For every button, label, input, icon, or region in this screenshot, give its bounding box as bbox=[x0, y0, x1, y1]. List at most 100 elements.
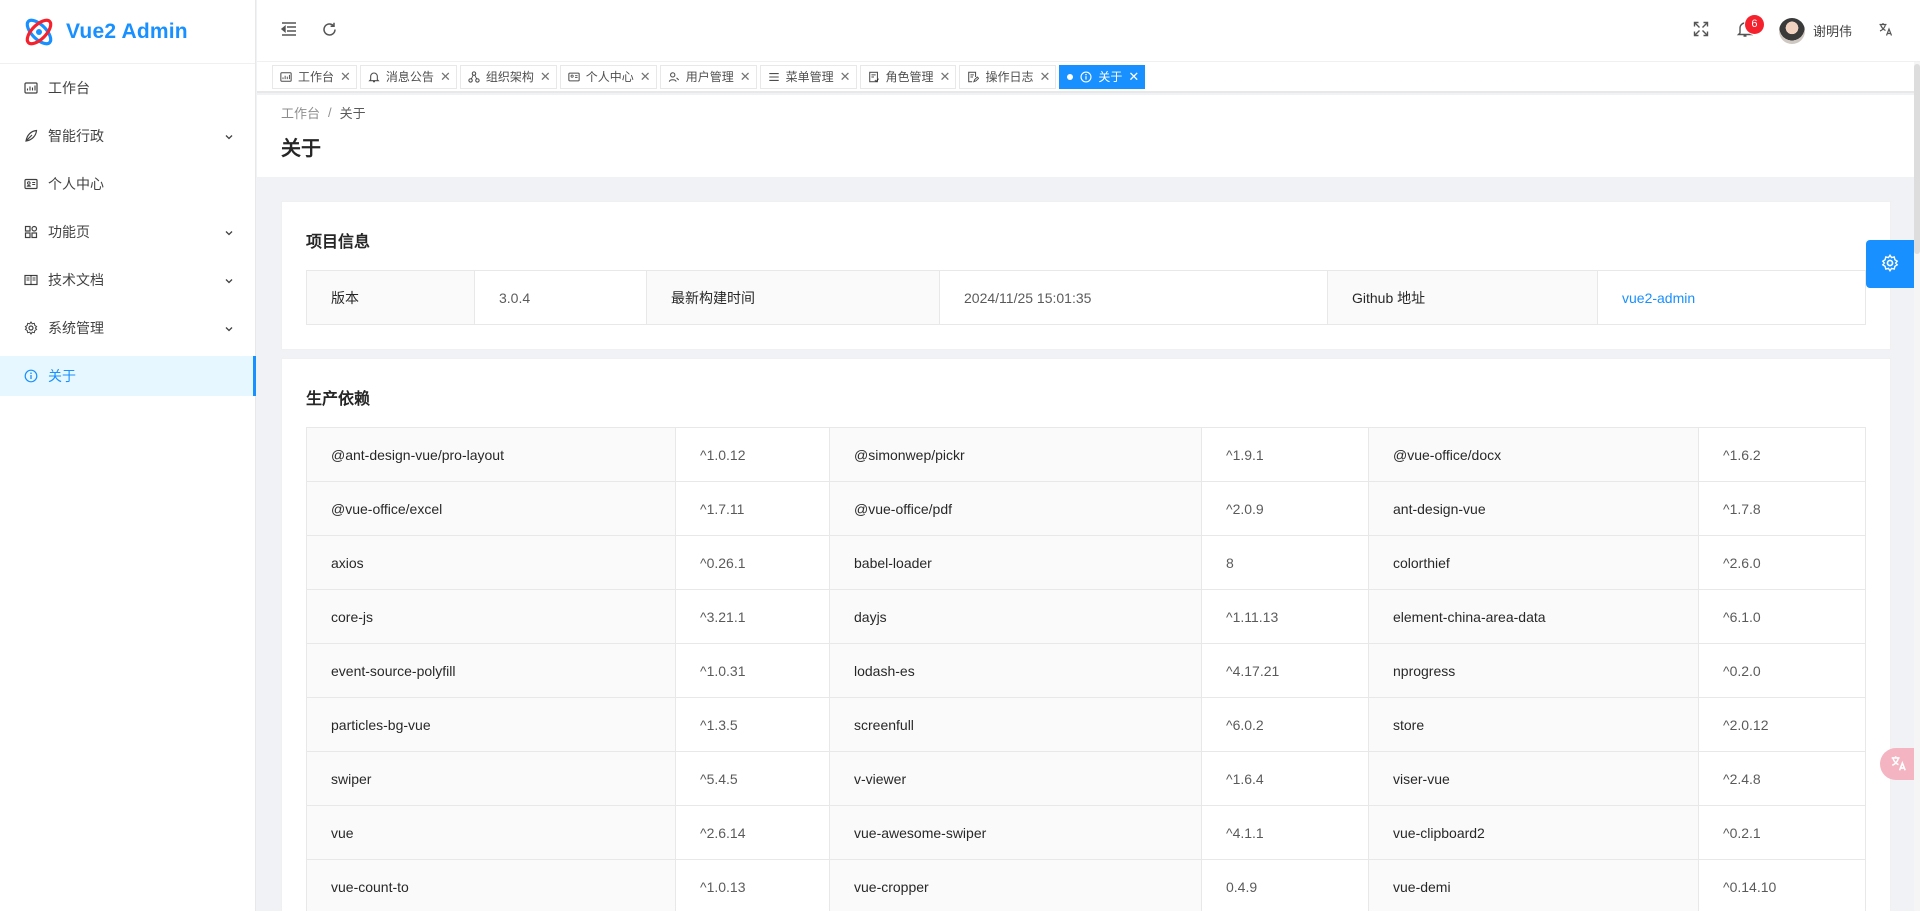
page-header: 工作台 / 关于 关于 bbox=[257, 95, 1920, 177]
tab-about[interactable]: 关于 ✕ bbox=[1059, 64, 1146, 89]
sidebar-item-smart-admin[interactable]: 智能行政 bbox=[0, 116, 255, 156]
language-button[interactable] bbox=[1866, 11, 1906, 51]
refresh-button[interactable] bbox=[309, 11, 349, 51]
sidebar-item-tech-docs[interactable]: 技术文档 bbox=[0, 260, 255, 300]
package-version: ^1.0.13 bbox=[675, 859, 830, 911]
version-value: 3.0.4 bbox=[474, 270, 647, 325]
tab-dashboard[interactable]: 工作台 ✕ bbox=[272, 64, 357, 89]
chevron-down-icon bbox=[223, 322, 235, 334]
side-menu: 工作台 智能行政 个人中心 功能页 技术文档 系统管理 关于 bbox=[0, 68, 256, 396]
tab-users[interactable]: 用户管理 ✕ bbox=[659, 64, 757, 89]
info-circle-icon bbox=[1080, 70, 1092, 83]
sidebar: Vue2 Admin 工作台 智能行政 个人中心 功能页 技术文档 系统管理 关… bbox=[0, 0, 256, 911]
package-name: babel-loader bbox=[829, 535, 1202, 590]
logo[interactable]: Vue2 Admin bbox=[0, 0, 255, 64]
active-dot bbox=[1067, 73, 1074, 80]
sidebar-item-label: 智能行政 bbox=[48, 128, 104, 144]
close-icon[interactable]: ✕ bbox=[740, 70, 751, 83]
package-version: ^2.4.8 bbox=[1698, 751, 1866, 806]
scrollbar-thumb[interactable] bbox=[1914, 64, 1920, 254]
package-name: axios bbox=[306, 535, 676, 590]
gear-icon bbox=[1881, 253, 1899, 275]
table-row: swiper ^5.4.5 v-viewer ^1.6.4 viser-vue ^2.4.… bbox=[306, 751, 1866, 806]
package-version: ^0.26.1 bbox=[675, 535, 830, 590]
table-row: event-source-polyfill ^1.0.31 lodash-es ^4.… bbox=[306, 643, 1866, 698]
github-cell: vue2-admin bbox=[1597, 270, 1866, 325]
close-icon[interactable]: ✕ bbox=[540, 70, 551, 83]
package-version: 8 bbox=[1201, 535, 1369, 590]
build-time-value: 2024/11/25 15:01:35 bbox=[939, 270, 1328, 325]
chevron-down-icon bbox=[223, 274, 235, 286]
dependencies-table: @ant-design-vue/pro-layout ^1.0.12 @simonw… bbox=[306, 427, 1866, 911]
sidebar-item-profile[interactable]: 个人中心 bbox=[0, 164, 255, 204]
reload-icon bbox=[321, 21, 338, 41]
close-icon[interactable]: ✕ bbox=[1128, 70, 1139, 83]
package-version: ^1.7.11 bbox=[675, 481, 830, 536]
package-name: swiper bbox=[306, 751, 676, 806]
app-title: Vue2 Admin bbox=[66, 19, 188, 43]
theme-setting-button[interactable] bbox=[1866, 240, 1914, 288]
package-version: ^1.9.1 bbox=[1201, 427, 1369, 482]
github-label: Github 地址 bbox=[1327, 270, 1598, 325]
project-info-card: 项目信息 版本 3.0.4 最新构建时间 2024/11/25 15:01:35… bbox=[281, 201, 1891, 350]
sidebar-item-features[interactable]: 功能页 bbox=[0, 212, 255, 252]
id-card-icon bbox=[24, 177, 38, 191]
tab-label: 用户管理 bbox=[685, 70, 734, 84]
bell-icon bbox=[368, 71, 380, 83]
table-row: @ant-design-vue/pro-layout ^1.0.12 @simonw… bbox=[306, 427, 1866, 482]
dependencies-title: 生产依赖 bbox=[306, 391, 371, 408]
package-version: ^1.0.12 bbox=[675, 427, 830, 482]
main-content: 项目信息 版本 3.0.4 最新构建时间 2024/11/25 15:01:35… bbox=[281, 201, 1891, 911]
menu-fold-icon bbox=[280, 20, 298, 41]
close-icon[interactable]: ✕ bbox=[1039, 70, 1050, 83]
translate-float-button[interactable] bbox=[1880, 748, 1918, 780]
tab-menus[interactable]: 菜单管理 ✕ bbox=[759, 64, 857, 89]
sidebar-item-dashboard[interactable]: 工作台 bbox=[0, 68, 255, 108]
sidebar-item-label: 个人中心 bbox=[48, 176, 104, 192]
breadcrumb-home[interactable]: 工作台 bbox=[281, 103, 320, 122]
package-version: ^2.6.0 bbox=[1698, 535, 1866, 590]
package-name: @ant-design-vue/pro-layout bbox=[306, 427, 676, 482]
package-name: event-source-polyfill bbox=[306, 643, 676, 698]
package-version: ^6.1.0 bbox=[1698, 589, 1866, 644]
close-icon[interactable]: ✕ bbox=[840, 70, 851, 83]
sidebar-item-label: 系统管理 bbox=[48, 320, 104, 336]
sidebar-item-system[interactable]: 系统管理 bbox=[0, 308, 255, 348]
tab-logs[interactable]: 操作日志 ✕ bbox=[959, 64, 1057, 89]
dashboard-icon bbox=[24, 81, 38, 95]
package-name: vue-demi bbox=[1368, 859, 1699, 911]
fullscreen-button[interactable] bbox=[1681, 11, 1721, 51]
tab-label: 组织架构 bbox=[485, 70, 534, 84]
github-link[interactable]: vue2-admin bbox=[1622, 290, 1695, 306]
build-time-label: 最新构建时间 bbox=[646, 270, 940, 325]
user-menu[interactable]: 谢明伟 bbox=[1778, 17, 1852, 44]
top-header: 6 谢明伟 bbox=[257, 0, 1920, 62]
sidebar-item-label: 工作台 bbox=[48, 80, 90, 96]
close-icon[interactable]: ✕ bbox=[440, 70, 451, 83]
close-icon[interactable]: ✕ bbox=[340, 70, 351, 83]
package-version: ^4.1.1 bbox=[1201, 805, 1369, 860]
tab-notice[interactable]: 消息公告 ✕ bbox=[359, 64, 457, 89]
table-row: core-js ^3.21.1 dayjs ^1.11.13 element-china… bbox=[306, 589, 1866, 644]
tab-label: 工作台 bbox=[298, 70, 335, 84]
close-icon[interactable]: ✕ bbox=[940, 70, 951, 83]
sidebar-item-about[interactable]: 关于 bbox=[0, 356, 256, 396]
notification-button[interactable]: 6 bbox=[1725, 11, 1765, 51]
package-version: ^1.3.5 bbox=[675, 697, 830, 752]
tab-organization[interactable]: 组织架构 ✕ bbox=[459, 64, 557, 89]
info-circle-icon bbox=[24, 369, 38, 383]
breadcrumb-current: 关于 bbox=[339, 106, 366, 121]
package-version: ^1.7.8 bbox=[1698, 481, 1866, 536]
tab-roles[interactable]: 角色管理 ✕ bbox=[859, 64, 957, 89]
tab-label: 个人中心 bbox=[585, 70, 634, 84]
collapse-menu-button[interactable] bbox=[269, 11, 309, 51]
table-row: vue ^2.6.14 vue-awesome-swiper ^4.1.1 vue-cl… bbox=[306, 805, 1866, 860]
tab-profile[interactable]: 个人中心 ✕ bbox=[559, 64, 657, 89]
package-name: particles-bg-vue bbox=[306, 697, 676, 752]
package-name: @vue-office/docx bbox=[1368, 427, 1699, 482]
package-name: core-js bbox=[306, 589, 676, 644]
close-icon[interactable]: ✕ bbox=[640, 70, 651, 83]
sidebar-item-label: 关于 bbox=[48, 368, 76, 384]
package-version: ^2.0.12 bbox=[1698, 697, 1866, 752]
table-row: axios ^0.26.1 babel-loader 8 colorthief ^2.6.… bbox=[306, 535, 1866, 590]
